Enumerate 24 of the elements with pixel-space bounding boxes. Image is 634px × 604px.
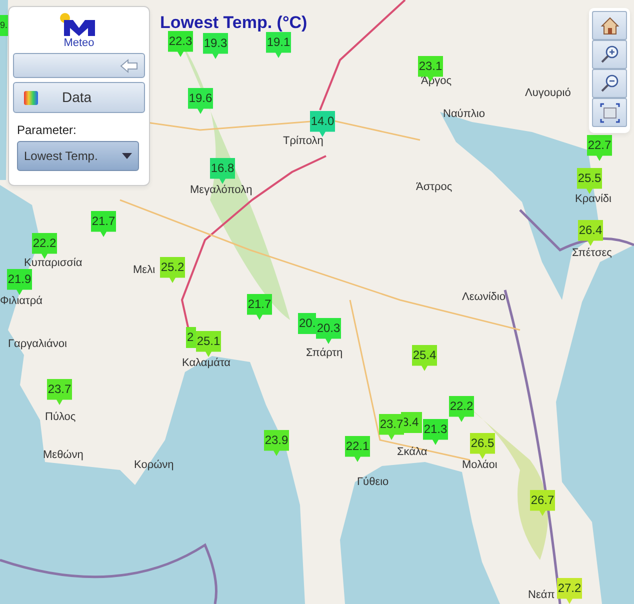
logo-text: Meteo <box>64 37 94 50</box>
place-label: Γύθειο <box>357 477 389 488</box>
place-label: Καλαμάτα <box>182 358 231 369</box>
map-title: Lowest Temp. (°C) <box>160 14 308 31</box>
place-label: Μελι <box>133 265 156 276</box>
place-label: Άστρος <box>416 182 452 193</box>
place-label: Λεωνίδιο <box>462 292 506 303</box>
place-label: Σπάρτη <box>306 348 343 359</box>
place-label: Σπέτσες <box>572 248 612 259</box>
place-label: Μολάοι <box>462 460 498 471</box>
place-label: Μεγαλόπολη <box>190 185 252 196</box>
place-label: Τρίπολη <box>283 136 324 147</box>
place-label: Λυγουριό <box>525 88 571 99</box>
place-label: Σκάλα <box>397 447 428 458</box>
place-label: Μεθώνη <box>43 450 84 461</box>
place-label: Κορώνη <box>134 460 174 471</box>
parameter-label: Parameter: <box>16 122 78 140</box>
place-label: Κυπαρισσία <box>24 258 82 269</box>
place-label: Ναύπλιο <box>443 109 485 120</box>
place-label: Πύλος <box>45 412 76 423</box>
place-label: Γαργαλιάνοι <box>8 339 67 350</box>
place-label: Κρανίδι <box>575 194 612 205</box>
place-label: Φιλιατρά <box>0 296 42 307</box>
place-label: Νεάπ <box>528 590 555 601</box>
